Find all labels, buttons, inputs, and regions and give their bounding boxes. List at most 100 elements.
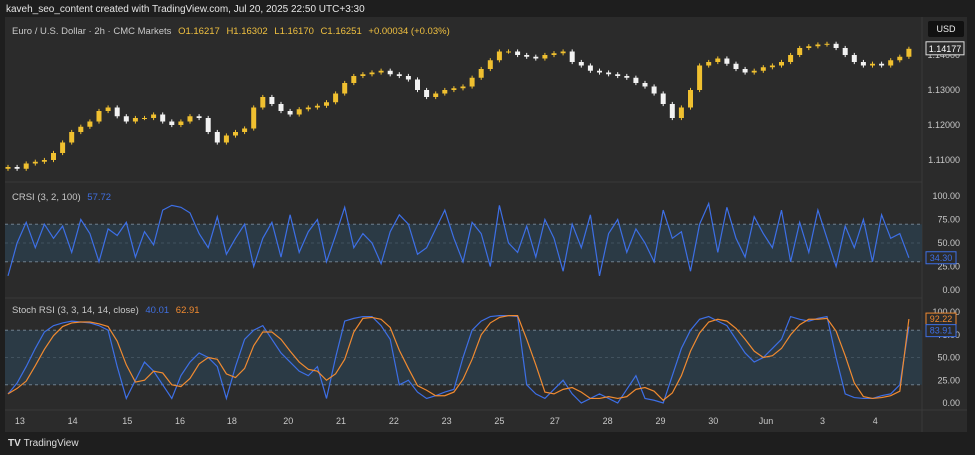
candle-up bbox=[760, 67, 766, 71]
candle-down bbox=[633, 77, 639, 83]
candle-down bbox=[287, 111, 293, 115]
candle-up bbox=[41, 160, 47, 162]
osc-tick-label: 75.00 bbox=[937, 215, 960, 225]
candle-up bbox=[296, 109, 302, 115]
candle-up bbox=[51, 153, 56, 160]
candle-up bbox=[478, 69, 484, 78]
crsi-value: 57.72 bbox=[87, 192, 112, 203]
time-tick-label: 20 bbox=[283, 416, 293, 426]
candle-up bbox=[378, 70, 384, 73]
ohlc-open: O1.16217 bbox=[178, 26, 220, 37]
currency-button[interactable]: USD bbox=[928, 21, 964, 37]
osc-tick-label: 100.00 bbox=[932, 191, 960, 201]
time-tick-label: 16 bbox=[175, 416, 185, 426]
candle-up bbox=[442, 90, 448, 94]
osc-tick-label: 50.00 bbox=[937, 353, 960, 363]
time-tick-label: 18 bbox=[227, 416, 237, 426]
candle-up bbox=[60, 142, 66, 153]
candle-down bbox=[405, 76, 411, 80]
time-tick-label: 29 bbox=[655, 416, 665, 426]
candle-up bbox=[688, 90, 693, 108]
candle-up bbox=[678, 107, 684, 118]
candle-down bbox=[642, 83, 648, 87]
candle-down bbox=[269, 97, 275, 104]
ohlc-high: H1.16302 bbox=[226, 26, 268, 37]
candle-up bbox=[451, 88, 457, 90]
candle-up bbox=[870, 63, 875, 66]
candle-up bbox=[32, 161, 38, 164]
candle-down bbox=[524, 55, 530, 57]
crsi-last-label: 34.30 bbox=[930, 253, 953, 263]
candle-down bbox=[733, 63, 739, 69]
time-tick-label: 22 bbox=[389, 416, 399, 426]
candle-down bbox=[615, 74, 621, 76]
time-tick-label: 3 bbox=[820, 416, 825, 426]
symbol-legend: Euro / U.S. Dollar · 2h · CMC Markets O1… bbox=[12, 26, 450, 37]
candle-down bbox=[833, 43, 839, 48]
candle-down bbox=[160, 114, 166, 122]
candle-up bbox=[797, 48, 803, 55]
time-tick-label: 28 bbox=[603, 416, 613, 426]
candle-down bbox=[587, 65, 593, 71]
candle-down bbox=[660, 93, 666, 104]
candle-up bbox=[824, 43, 830, 45]
candle-up bbox=[178, 121, 184, 125]
candle-up bbox=[324, 102, 329, 106]
time-tick-label: 30 bbox=[708, 416, 718, 426]
candle-down bbox=[123, 116, 129, 122]
time-tick-label: 15 bbox=[122, 416, 132, 426]
candle-down bbox=[606, 72, 612, 75]
time-tick-label: 25 bbox=[494, 416, 504, 426]
candle-up bbox=[78, 126, 84, 132]
stoch-d-value: 62.91 bbox=[175, 305, 200, 316]
chart-canvas[interactable]: 1.140001.130001.120001.110001.14177100.0… bbox=[5, 17, 967, 432]
time-tick-label: 14 bbox=[68, 416, 78, 426]
candle-up bbox=[233, 132, 238, 136]
candle-down bbox=[860, 62, 866, 66]
candle-down bbox=[515, 51, 521, 55]
time-tick-label: 4 bbox=[873, 416, 878, 426]
candle-up bbox=[897, 56, 903, 61]
candle-up bbox=[69, 132, 75, 143]
candle-up bbox=[87, 121, 93, 127]
candle-up bbox=[342, 83, 348, 94]
candle-up bbox=[888, 60, 894, 66]
osc-tick-label: 25.00 bbox=[937, 375, 960, 385]
osc-tick-label: 50.00 bbox=[937, 238, 960, 248]
candle-down bbox=[278, 104, 284, 111]
candle-up bbox=[132, 118, 138, 122]
candle-down bbox=[396, 74, 402, 76]
candle-up bbox=[433, 93, 439, 97]
price-tick-label: 1.13000 bbox=[927, 85, 960, 95]
price-tick-label: 1.12000 bbox=[927, 120, 960, 130]
tradingview-logo[interactable]: TV TradingView bbox=[8, 438, 79, 449]
candle-up bbox=[906, 48, 912, 57]
osc-tick-label: 0.00 bbox=[942, 285, 960, 295]
candle-up bbox=[769, 65, 775, 68]
candle-up bbox=[105, 107, 111, 111]
chart-panel[interactable]: 1.140001.130001.120001.110001.14177100.0… bbox=[5, 17, 967, 432]
candle-down bbox=[196, 116, 202, 118]
symbol-title[interactable]: Euro / U.S. Dollar · 2h · CMC Markets bbox=[12, 26, 171, 37]
time-tick-label: 23 bbox=[442, 416, 452, 426]
stoch-legend[interactable]: Stoch RSI (3, 3, 14, 14, close) 40.01 62… bbox=[12, 305, 200, 316]
time-tick-label: 13 bbox=[15, 416, 25, 426]
candle-down bbox=[424, 90, 430, 97]
candle-down bbox=[879, 63, 885, 66]
candle-up bbox=[560, 51, 566, 54]
candle-down bbox=[387, 70, 393, 75]
ohlc-change: +0.00034 (+0.03%) bbox=[368, 26, 450, 37]
candle-down bbox=[578, 62, 584, 66]
candle-down bbox=[669, 104, 675, 118]
crsi-legend[interactable]: CRSI (3, 2, 100) 57.72 bbox=[12, 192, 111, 203]
logo-text: TradingView bbox=[23, 438, 79, 449]
candle-up bbox=[314, 105, 320, 108]
ohlc-close: C1.16251 bbox=[320, 26, 362, 37]
candle-up bbox=[706, 62, 712, 66]
candle-up bbox=[715, 58, 721, 62]
candle-up bbox=[333, 93, 339, 103]
candle-down bbox=[651, 86, 657, 94]
stoch-title: Stoch RSI (3, 3, 14, 14, close) bbox=[12, 305, 139, 316]
candle-up bbox=[788, 55, 794, 62]
candle-up bbox=[697, 65, 703, 90]
